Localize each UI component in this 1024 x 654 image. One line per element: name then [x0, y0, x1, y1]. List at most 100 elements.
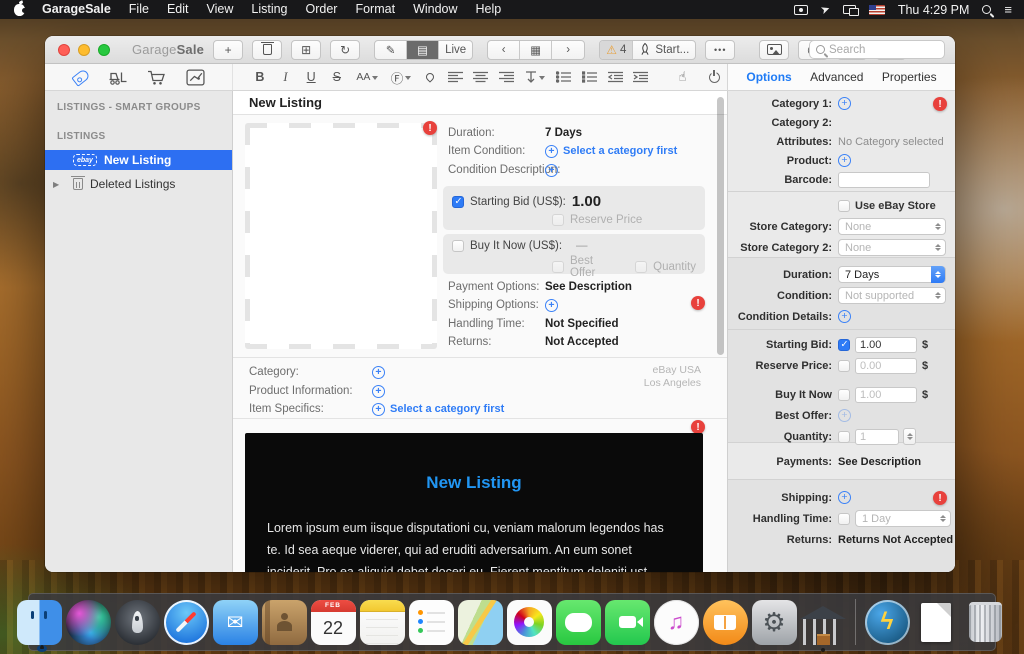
indent-button[interactable]	[628, 71, 654, 83]
tab-options[interactable]: Options	[746, 70, 791, 84]
use-ebay-store-checkbox[interactable]	[838, 200, 850, 212]
tab-properties[interactable]: Properties	[882, 70, 937, 84]
dock-messages[interactable]	[556, 600, 601, 645]
dock-mail[interactable]: ✉	[213, 600, 258, 645]
spotlight-icon[interactable]	[982, 5, 991, 14]
dock-facetime[interactable]	[605, 600, 650, 645]
reserve-price-checkbox[interactable]	[552, 214, 564, 226]
add-category1-icon[interactable]	[838, 97, 851, 110]
store-category-popup[interactable]: None	[838, 218, 946, 235]
preview-mode-button[interactable]: ▤	[407, 41, 439, 59]
menu-clock[interactable]: Thu 4:29 PM	[898, 3, 970, 17]
orders-forklift-icon[interactable]	[108, 69, 128, 86]
dock-itunes[interactable]: ♫	[654, 600, 699, 645]
menu-view[interactable]: View	[198, 0, 243, 19]
add-shipping-icon[interactable]	[545, 299, 558, 312]
statistics-icon[interactable]	[186, 69, 205, 86]
menu-edit[interactable]: Edit	[158, 0, 198, 19]
best-offer-checkbox[interactable]	[552, 261, 564, 273]
dock-reminders[interactable]	[409, 600, 454, 645]
handling-time-popup[interactable]: 1 Day	[855, 510, 951, 527]
underline-button[interactable]: U	[298, 70, 324, 84]
menu-app[interactable]: GarageSale	[33, 0, 120, 19]
add-shipping-icon[interactable]	[838, 491, 851, 504]
add-condition-description-icon[interactable]	[545, 164, 558, 177]
add-product-info-icon[interactable]	[372, 385, 385, 398]
dock-calendar[interactable]: FEB22	[311, 600, 356, 645]
quantity-checkbox[interactable]	[838, 431, 850, 443]
buy-it-now-input[interactable]	[855, 387, 917, 403]
dock-finder[interactable]	[17, 600, 62, 645]
previous-button[interactable]: ‹	[488, 41, 520, 59]
reserve-price-input[interactable]	[855, 358, 917, 374]
add-item-specifics-icon[interactable]	[372, 403, 385, 416]
notification-center-icon[interactable]: ≡	[1004, 4, 1012, 16]
remote-cursor-icon[interactable]: ➤	[819, 3, 831, 16]
menu-format[interactable]: Format	[346, 0, 404, 19]
add-product-icon[interactable]	[838, 154, 851, 167]
zoom-button[interactable]	[98, 44, 110, 56]
delete-button[interactable]	[252, 40, 282, 60]
menu-listing[interactable]: Listing	[242, 0, 296, 19]
starting-bid-checkbox[interactable]	[452, 196, 464, 208]
add-condition-details-icon[interactable]	[838, 310, 851, 323]
handling-time-checkbox[interactable]	[838, 513, 850, 525]
bold-button[interactable]: B	[247, 70, 273, 84]
align-right-button[interactable]	[494, 71, 520, 83]
revise-button[interactable]: ↻	[330, 40, 360, 60]
numbered-list-button[interactable]	[577, 71, 603, 83]
dock-maps[interactable]	[458, 600, 503, 645]
condition-popup[interactable]: Not supported	[838, 287, 946, 304]
add-category-icon[interactable]	[372, 366, 385, 379]
edit-mode-button[interactable]: ✎	[375, 41, 407, 59]
search-input[interactable]	[829, 44, 929, 56]
tab-advanced[interactable]: Advanced	[810, 70, 863, 84]
screen-sharing-icon[interactable]	[794, 5, 808, 15]
dock-garagesale[interactable]	[801, 600, 846, 645]
starting-bid-checkbox[interactable]	[838, 339, 850, 351]
select-category-link[interactable]: Select a category first	[563, 145, 677, 157]
disclosure-triangle-icon[interactable]: ▶	[53, 180, 59, 189]
quantity-checkbox[interactable]	[635, 261, 647, 273]
more-actions-button[interactable]: •••	[705, 40, 735, 60]
text-color-button[interactable]	[417, 73, 443, 81]
starting-bid-input[interactable]	[855, 337, 917, 353]
dock-ibooks[interactable]	[703, 600, 748, 645]
menu-help[interactable]: Help	[467, 0, 511, 19]
toggle-source-button[interactable]	[701, 72, 727, 83]
menu-order[interactable]: Order	[297, 0, 347, 19]
strikethrough-button[interactable]: S	[324, 70, 350, 84]
image-drop-placeholder[interactable]	[245, 123, 437, 349]
dock-trash[interactable]	[963, 600, 1008, 645]
font-panel-button[interactable]: Ⓕ	[385, 68, 417, 87]
sidebar-item-deleted-listings[interactable]: ▶ Deleted Listings	[45, 174, 232, 194]
dock-notes[interactable]	[360, 600, 405, 645]
dock-siri[interactable]	[66, 600, 111, 645]
buy-it-now-checkbox[interactable]	[838, 389, 850, 401]
dock-launchpad[interactable]	[115, 600, 160, 645]
close-button[interactable]	[58, 44, 70, 56]
italic-button[interactable]: I	[273, 70, 299, 85]
bullet-list-button[interactable]	[551, 71, 577, 83]
store-category2-popup[interactable]: None	[838, 239, 946, 256]
duration-popup[interactable]: 7 Days	[838, 266, 946, 283]
grid-view-button[interactable]: ▦	[520, 41, 552, 59]
listings-tag-icon[interactable]	[71, 68, 90, 87]
start-button[interactable]: Start...	[633, 41, 695, 59]
align-left-button[interactable]	[442, 71, 468, 83]
sidebar-item-new-listing[interactable]: ebay New Listing	[45, 150, 232, 170]
us-flag-input-icon[interactable]	[869, 5, 885, 15]
minimize-button[interactable]	[78, 44, 90, 56]
interactive-mode-button[interactable]: ☝	[670, 69, 696, 85]
menu-window[interactable]: Window	[404, 0, 466, 19]
outdent-button[interactable]	[602, 71, 628, 83]
line-height-button[interactable]	[519, 71, 551, 83]
cart-icon[interactable]	[147, 69, 167, 86]
add-best-offer-icon[interactable]	[838, 409, 851, 422]
align-center-button[interactable]	[468, 71, 494, 83]
live-mode-button[interactable]: Live	[439, 41, 472, 59]
dock-document[interactable]	[914, 600, 959, 645]
media-browser-button[interactable]	[759, 40, 789, 60]
problems-button[interactable]: ⚠4	[600, 41, 633, 59]
buy-it-now-checkbox[interactable]	[452, 240, 464, 252]
